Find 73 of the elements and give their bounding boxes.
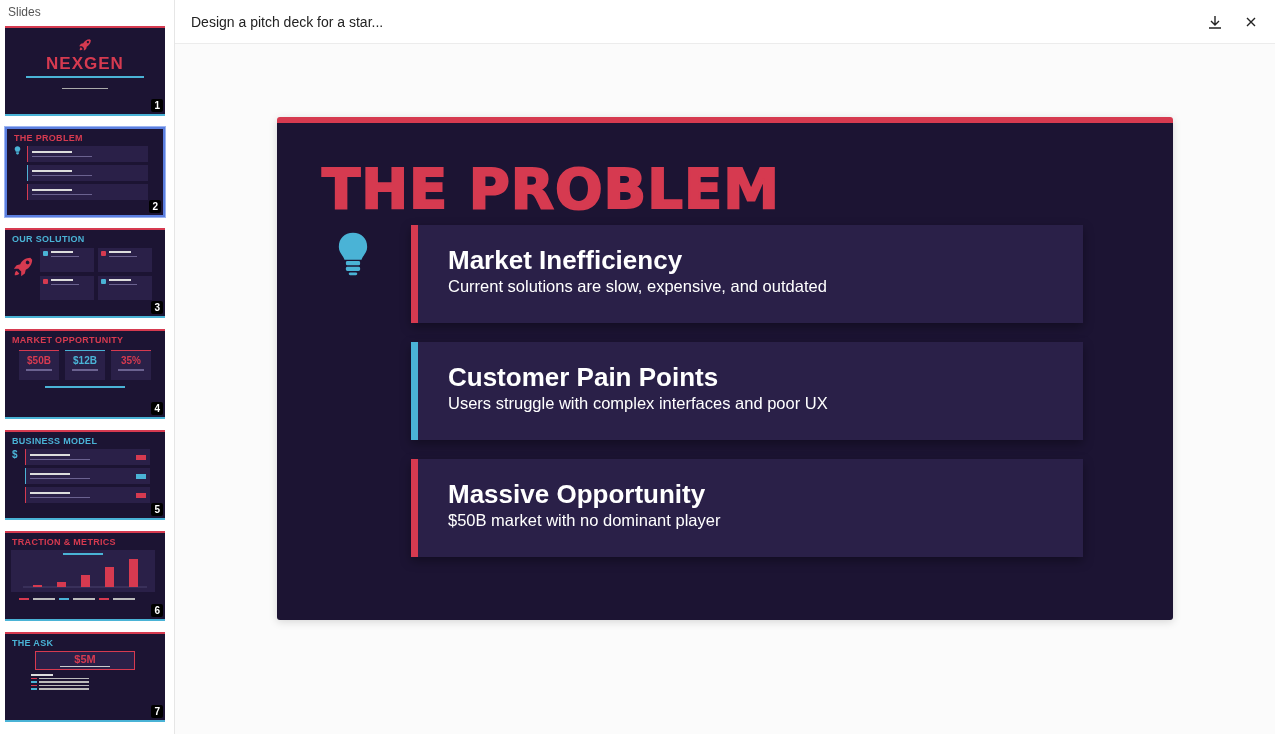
point-text: Current solutions are slow, expensive, and outdated <box>448 276 828 296</box>
point-heading: Customer Pain Points <box>448 361 720 392</box>
blurred-text-line <box>73 598 95 600</box>
blurred-text-line <box>32 155 92 157</box>
blurred-text-line <box>39 688 89 690</box>
thumbnail-title: THE PROBLEM <box>14 133 84 143</box>
point-text: $50B market with no dominant player <box>448 510 722 530</box>
funding-amount: $5M <box>74 653 96 665</box>
blurred-text-line <box>32 170 72 172</box>
blurred-text-line <box>62 87 108 89</box>
blurred-text-line <box>51 255 79 257</box>
blurred-text-line <box>109 279 131 281</box>
blurred-text-line <box>109 255 137 257</box>
slide-number: 1 <box>151 99 163 112</box>
blurred-text-line <box>109 283 137 285</box>
percent-badge <box>136 454 146 460</box>
blurred-text-line <box>51 279 73 281</box>
blurred-text-line <box>33 598 55 600</box>
blurred-text-line <box>32 151 72 153</box>
thumbnail-title: TRACTION & METRICS <box>12 537 117 547</box>
slide-thumbnail[interactable]: BUSINESS MODEL $ 5 <box>5 430 165 520</box>
blurred-text-line <box>109 251 131 253</box>
slide-thumbnail[interactable]: TRACTION & METRICS 6 <box>5 531 165 621</box>
sidebar-header: Slides <box>7 4 42 21</box>
thumbnail-title: NEXGEN <box>46 55 124 73</box>
blurred-text-line <box>32 193 92 195</box>
slide-number: 3 <box>151 301 163 314</box>
stat-value: $50B <box>27 355 51 366</box>
slide-number: 2 <box>149 200 161 213</box>
blurred-text-line <box>32 174 92 176</box>
point-text: Users struggle with complex interfaces and poor UX <box>448 393 829 413</box>
blurred-text-line <box>118 369 144 371</box>
blurred-text-line <box>63 553 103 555</box>
document-title: Design a pitch deck for a star... <box>191 13 385 30</box>
slide-number: 6 <box>151 604 163 617</box>
blurred-text-line <box>26 369 52 371</box>
download-button[interactable] <box>1207 13 1223 30</box>
slide-thumbnail[interactable]: MARKET OPPORTUNITY $50B $12B 35% 4 <box>5 329 165 419</box>
blurred-text-line <box>30 492 70 494</box>
thumbnail-title: OUR SOLUTION <box>12 234 86 244</box>
lightbulb-icon <box>14 146 21 155</box>
blurred-text-line <box>30 496 90 498</box>
slide-thumbnail[interactable]: OUR SOLUTION 3 <box>5 228 165 318</box>
blurred-text-line <box>30 458 90 460</box>
rocket-icon <box>12 256 34 278</box>
thumbnail-title: BUSINESS MODEL <box>12 436 99 446</box>
slide-number: 5 <box>151 503 163 516</box>
percent-badge <box>136 492 146 498</box>
slide-thumbnail[interactable]: THE ASK $5M 7 <box>5 632 165 722</box>
thumbnail-title: THE ASK <box>12 638 55 648</box>
blurred-text-line <box>30 473 70 475</box>
blurred-text-line <box>32 189 72 191</box>
stat-value: $12B <box>73 355 97 366</box>
lightbulb-icon <box>336 230 370 277</box>
dollar-sign: $ <box>12 449 19 462</box>
blurred-text-line <box>113 598 135 600</box>
slide-title: THE PROBLEM <box>322 160 781 217</box>
percent-badge <box>136 473 146 479</box>
slide-number: 4 <box>151 402 163 415</box>
blurred-text-line <box>30 454 70 456</box>
blurred-text-line <box>60 665 110 668</box>
rocket-icon <box>78 38 92 52</box>
point-heading: Massive Opportunity <box>448 478 707 509</box>
slide-thumbnail[interactable]: THE PROBLEM 2 <box>5 127 165 217</box>
slide-number: 7 <box>151 705 163 718</box>
blurred-text-line <box>30 477 90 479</box>
blurred-text-line <box>72 369 98 371</box>
point-heading: Market Inefficiency <box>448 244 684 275</box>
thumbnail-title: MARKET OPPORTUNITY <box>12 335 125 345</box>
stat-value: 35% <box>121 355 141 366</box>
blurred-text-line <box>51 251 73 253</box>
blurred-text-line <box>51 283 79 285</box>
slide-thumbnail[interactable]: NEXGEN 1 <box>5 26 165 116</box>
